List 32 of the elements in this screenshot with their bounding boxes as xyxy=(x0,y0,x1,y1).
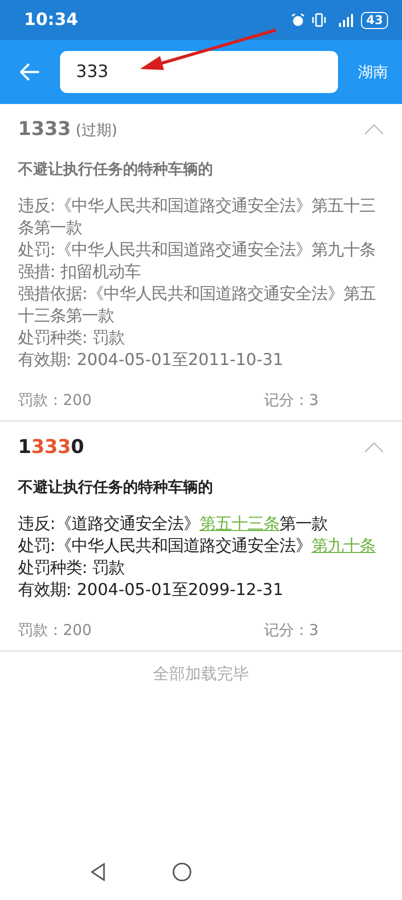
collapse-icon[interactable] xyxy=(364,124,384,134)
collapse-icon[interactable] xyxy=(364,442,384,452)
result-code: 1333 (过期) xyxy=(18,118,118,140)
detail-line: 强措依据:《中华人民共和国道路交通安全法》第五十三条第一款 xyxy=(18,283,377,327)
status-time: 10:34 xyxy=(24,10,78,30)
region-button[interactable]: 湖南 xyxy=(358,62,388,82)
fine-amount: 罚款：200 xyxy=(18,391,93,410)
fine-amount: 罚款：200 xyxy=(18,621,93,640)
search-field[interactable]: 333 xyxy=(60,51,338,93)
detail-line: 违反:《道路交通安全法》第五十三条第一款 xyxy=(18,513,329,535)
back-button[interactable] xyxy=(20,63,40,81)
violation-title: 不避让执行任务的特种车辆的 xyxy=(18,478,214,497)
detail-line: 违反:《中华人民共和国道路交通安全法》第五十三条第一款 xyxy=(18,195,377,239)
detail-line: 处罚:《中华人民共和国道路交通安全法》第九十条 xyxy=(18,239,377,261)
end-of-list: 全部加载完毕 xyxy=(0,652,402,697)
detail-line: 强措: 扣留机动车 xyxy=(18,261,142,283)
detail-line: 处罚种类: 罚款 xyxy=(18,557,126,579)
detail-line: 处罚种类: 罚款 xyxy=(18,327,126,349)
back-nav-icon[interactable] xyxy=(90,863,106,881)
battery-level: 43 xyxy=(361,12,388,28)
alarm-icon xyxy=(291,13,306,27)
detail-line: 有效期: 2004-05-01至2099-12-31 xyxy=(18,579,284,601)
article-link[interactable]: 第五十三条 xyxy=(200,514,280,533)
detail-line: 处罚:《中华人民共和国道路交通安全法》第九十条 xyxy=(18,535,377,557)
article-link[interactable]: 第九十条 xyxy=(312,536,376,555)
penalty-points: 记分：3 xyxy=(264,621,320,640)
home-nav-icon[interactable] xyxy=(172,862,192,882)
penalty-points: 记分：3 xyxy=(264,391,320,410)
result-code: 13330 xyxy=(18,436,84,458)
violation-title: 不避让执行任务的特种车辆的 xyxy=(18,160,214,179)
detail-line: 有效期: 2004-05-01至2011-10-31 xyxy=(18,349,284,371)
vibrate-icon xyxy=(311,13,328,27)
